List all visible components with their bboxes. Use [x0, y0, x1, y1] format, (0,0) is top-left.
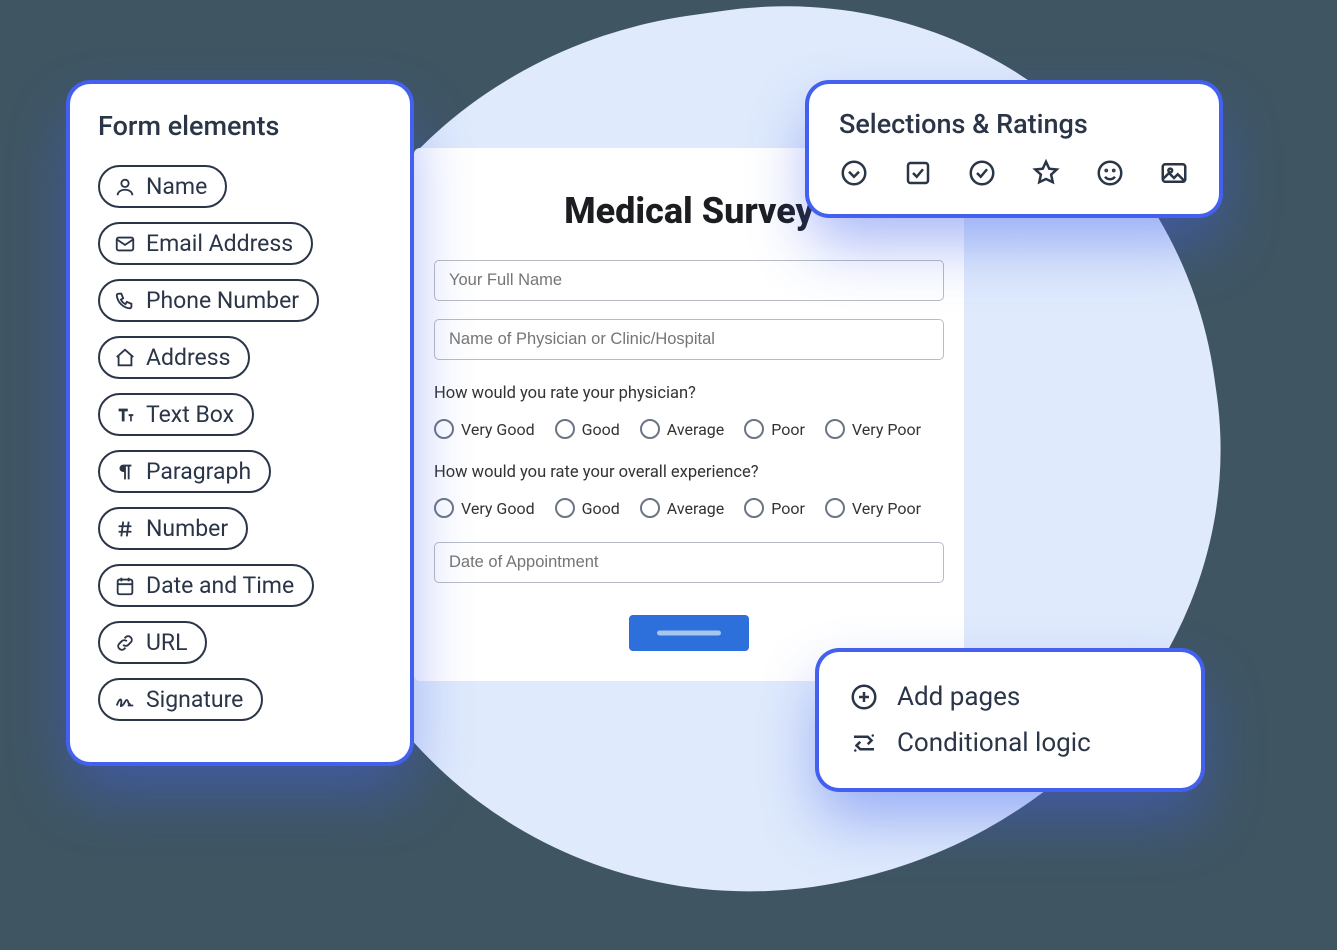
element-address[interactable]: Address	[98, 336, 250, 379]
dropdown-icon[interactable]	[839, 158, 869, 192]
smiley-icon[interactable]	[1095, 158, 1125, 192]
pill-label: Paragraph	[146, 460, 251, 483]
actions-panel: Add pages Conditional logic	[819, 652, 1201, 788]
radio-label: Poor	[771, 499, 805, 518]
survey-preview: Medical Survey How would you rate your p…	[414, 148, 964, 681]
form-elements-panel: Form elements Name Email Address Phone N…	[70, 84, 410, 762]
home-icon	[114, 347, 136, 369]
pill-label: Number	[146, 517, 228, 540]
question-experience-rating: How would you rate your overall experien…	[434, 463, 944, 482]
image-picker-icon[interactable]	[1159, 158, 1189, 192]
link-icon	[114, 632, 136, 654]
radio-icon	[434, 498, 454, 518]
full-name-input[interactable]	[434, 260, 944, 301]
pill-label: Phone Number	[146, 289, 299, 312]
radio-label: Average	[667, 420, 724, 439]
radio-option[interactable]: Good	[555, 498, 620, 518]
plus-circle-icon	[849, 682, 879, 712]
element-datetime[interactable]: Date and Time	[98, 564, 314, 607]
conditional-logic-label: Conditional logic	[897, 728, 1091, 758]
hash-icon	[114, 518, 136, 540]
pill-label: Address	[146, 346, 230, 369]
radio-label: Poor	[771, 420, 805, 439]
paragraph-icon	[114, 461, 136, 483]
radio-option[interactable]: Good	[555, 419, 620, 439]
radio-icon	[555, 419, 575, 439]
checkbox-icon[interactable]	[903, 158, 933, 192]
element-url[interactable]: URL	[98, 621, 207, 664]
element-signature[interactable]: Signature	[98, 678, 263, 721]
star-icon[interactable]	[1031, 158, 1061, 192]
element-phone[interactable]: Phone Number	[98, 279, 319, 322]
radio-group-q1: Very Good Good Average Poor Very Poor	[434, 419, 944, 439]
radio-circle-icon[interactable]	[967, 158, 997, 192]
submit-button[interactable]	[629, 615, 749, 651]
radio-label: Good	[582, 499, 620, 518]
radio-option[interactable]: Very Poor	[825, 419, 921, 439]
radio-label: Very Poor	[852, 499, 921, 518]
pill-label: Date and Time	[146, 574, 294, 597]
radio-label: Very Poor	[852, 420, 921, 439]
add-pages-button[interactable]: Add pages	[849, 674, 1171, 720]
radio-option[interactable]: Average	[640, 419, 724, 439]
element-paragraph[interactable]: Paragraph	[98, 450, 271, 493]
element-email[interactable]: Email Address	[98, 222, 313, 265]
pill-label: Text Box	[146, 403, 234, 426]
signature-icon	[114, 689, 136, 711]
radio-option[interactable]: Poor	[744, 498, 805, 518]
pill-label: Name	[146, 175, 207, 198]
selections-ratings-title: Selections & Ratings	[839, 108, 1189, 140]
radio-label: Very Good	[461, 499, 535, 518]
radio-icon	[744, 419, 764, 439]
radio-icon	[825, 498, 845, 518]
appointment-date-input[interactable]	[434, 542, 944, 583]
radio-icon	[825, 419, 845, 439]
element-name[interactable]: Name	[98, 165, 227, 208]
selections-ratings-panel: Selections & Ratings	[809, 84, 1219, 214]
pill-label: URL	[146, 631, 187, 654]
mail-icon	[114, 233, 136, 255]
pill-label: Email Address	[146, 232, 293, 255]
radio-icon	[640, 419, 660, 439]
element-textbox[interactable]: Text Box	[98, 393, 254, 436]
form-elements-title: Form elements	[98, 110, 382, 142]
radio-group-q2: Very Good Good Average Poor Very Poor	[434, 498, 944, 518]
textbox-icon	[114, 404, 136, 426]
radio-icon	[744, 498, 764, 518]
radio-icon	[640, 498, 660, 518]
radio-label: Very Good	[461, 420, 535, 439]
add-pages-label: Add pages	[897, 682, 1020, 712]
question-physician-rating: How would you rate your physician?	[434, 384, 944, 403]
radio-option[interactable]: Poor	[744, 419, 805, 439]
radio-option[interactable]: Very Good	[434, 419, 535, 439]
radio-option[interactable]: Very Good	[434, 498, 535, 518]
radio-icon	[555, 498, 575, 518]
element-number[interactable]: Number	[98, 507, 248, 550]
conditional-logic-button[interactable]: Conditional logic	[849, 720, 1171, 766]
phone-icon	[114, 290, 136, 312]
radio-option[interactable]: Very Poor	[825, 498, 921, 518]
physician-input[interactable]	[434, 319, 944, 360]
radio-label: Good	[582, 420, 620, 439]
person-icon	[114, 176, 136, 198]
calendar-icon	[114, 575, 136, 597]
logic-flow-icon	[849, 728, 879, 758]
pill-label: Signature	[146, 688, 243, 711]
radio-icon	[434, 419, 454, 439]
radio-label: Average	[667, 499, 724, 518]
radio-option[interactable]: Average	[640, 498, 724, 518]
